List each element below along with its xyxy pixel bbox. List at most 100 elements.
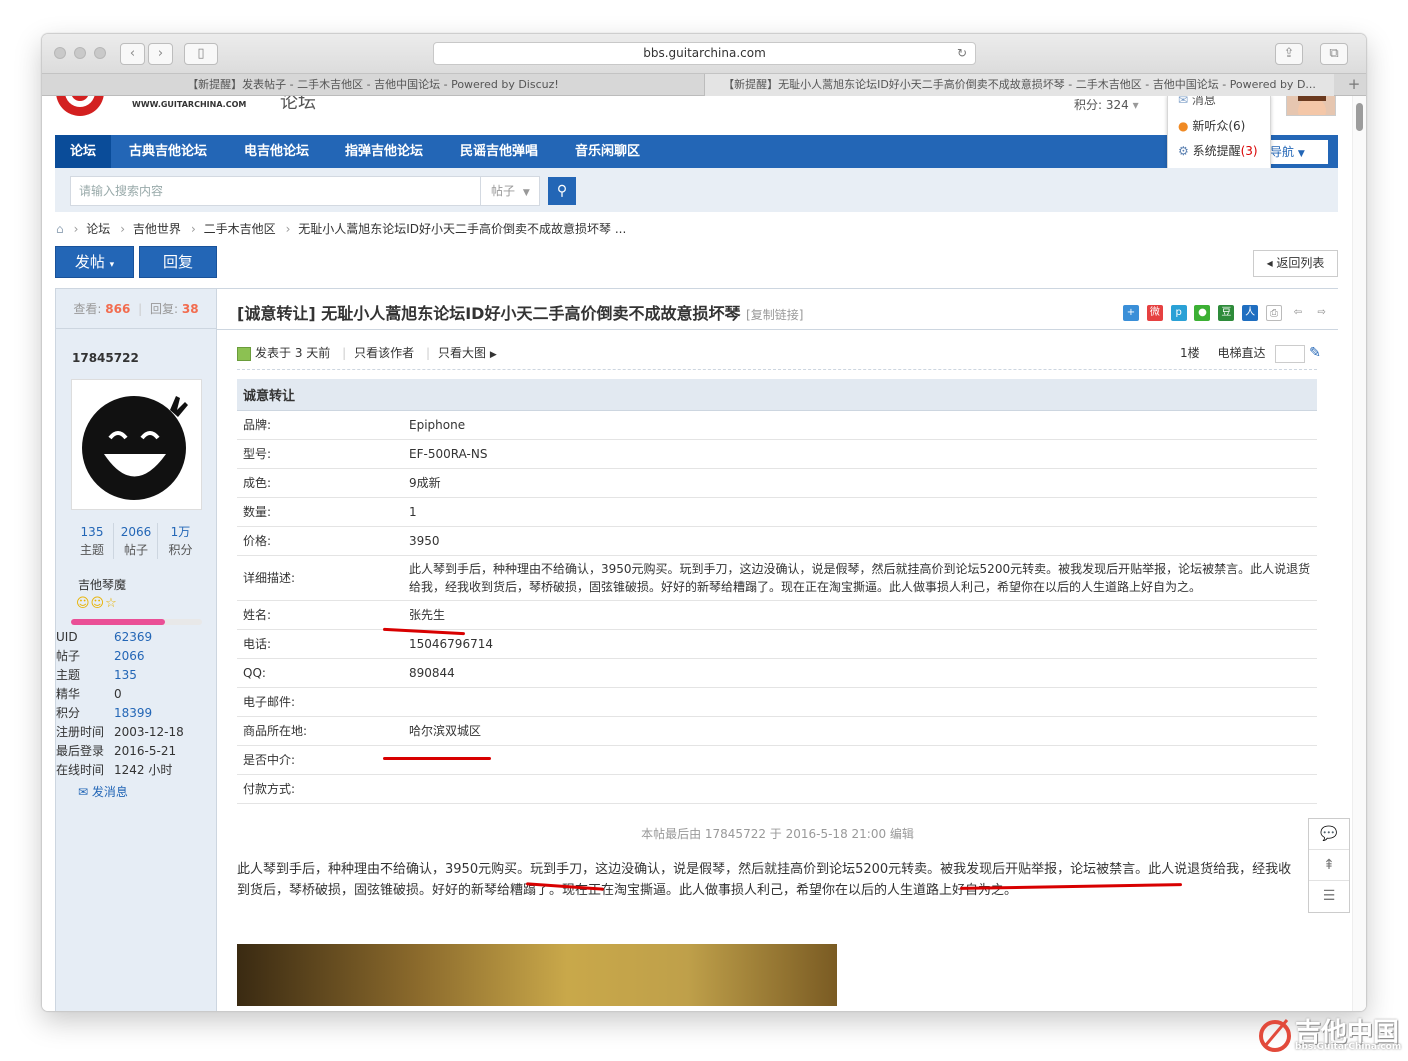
stat-credits-value[interactable]: 1万: [159, 523, 202, 541]
form-value: 890844: [409, 658, 1317, 688]
form-value: [409, 687, 1317, 717]
nav-item-forum[interactable]: 论坛: [55, 135, 111, 168]
site-logo[interactable]: WWW.GUITARCHINA.COM 论坛: [52, 96, 342, 118]
breadcrumb-thread[interactable]: 无耻小人蒿旭东论坛ID好小天二手高价倒卖不成故意损坏琴 ...: [298, 222, 626, 236]
underline-location: [383, 757, 491, 760]
share-page-icon[interactable]: ⇪: [1275, 43, 1303, 65]
reply-button[interactable]: 回复: [139, 246, 217, 278]
profile-key: 主题: [56, 668, 81, 682]
breadcrumb-used-acoustic[interactable]: 二手木吉他区: [204, 222, 276, 236]
form-key: 型号:: [237, 439, 409, 469]
share-icons: + 微 p ● 豆 人 ⎙ ⇦ ⇨: [1123, 305, 1334, 321]
smiley-avatar-icon: [82, 396, 188, 500]
mail-icon: ✉: [1178, 96, 1189, 107]
form-value: [409, 745, 1317, 775]
guitar-logo-icon: [56, 96, 104, 116]
print-icon[interactable]: ⎙: [1265, 305, 1282, 321]
tab-current-thread[interactable]: 【新提醒】无耻小人蒿旭东论坛ID好小天二手高价倒卖不成故意损坏琴 - 二手木吉他…: [704, 74, 1334, 96]
minimize-window-button[interactable]: [74, 47, 86, 59]
breadcrumb-guitar-world[interactable]: 吉他世界: [133, 222, 181, 236]
profile-value[interactable]: 18399: [114, 704, 152, 723]
search-type-select[interactable]: 帖子 ▼: [480, 176, 540, 206]
form-value: 9成新: [409, 468, 1317, 498]
address-url: bbs.guitarchina.com: [643, 46, 766, 60]
back-to-top-icon[interactable]: ⇞: [1309, 850, 1349, 881]
nav-item-fingerstyle[interactable]: 指弹吉他论坛: [345, 135, 423, 168]
douban-icon[interactable]: 豆: [1218, 305, 1235, 321]
stat-posts-label: 帖子: [123, 543, 148, 557]
reload-icon[interactable]: ↻: [957, 43, 967, 64]
copy-link-button[interactable]: [复制链接]: [746, 308, 803, 322]
stat-posts-value[interactable]: 2066: [115, 523, 157, 541]
level-progress-bar: [71, 619, 202, 625]
new-post-button[interactable]: 发帖 ▾: [55, 246, 134, 278]
user-avatar-small[interactable]: [1286, 96, 1336, 116]
notification-popup: ✉ 消息 ● 新听众(6) ⚙ 系统提醒(3): [1167, 96, 1271, 172]
form-value: Epiphone: [409, 410, 1317, 440]
form-value: 1: [409, 497, 1317, 527]
popup-listeners[interactable]: ● 新听众(6): [1178, 117, 1245, 134]
forward-nav-button[interactable]: ›: [148, 43, 173, 65]
next-icon[interactable]: ⇨: [1313, 305, 1330, 321]
form-row: 详细描述: 此人琴到手后，种种理由不给确认，3950元购买。玩到手刀，这边没确认，…: [237, 555, 1317, 601]
address-bar[interactable]: bbs.guitarchina.com ↻: [433, 42, 976, 65]
close-window-button[interactable]: [54, 47, 66, 59]
big-image-link[interactable]: 只看大图: [438, 346, 486, 360]
page-scrollbar[interactable]: [1352, 96, 1366, 1011]
list-icon[interactable]: ☰: [1309, 881, 1349, 912]
qzone-icon[interactable]: +: [1123, 305, 1139, 321]
wechat-icon[interactable]: ●: [1194, 305, 1211, 321]
floor-jump-input[interactable]: [1275, 344, 1306, 363]
nav-item-electric[interactable]: 电吉他论坛: [244, 135, 309, 168]
profile-value[interactable]: 2066: [114, 647, 145, 666]
zoom-window-button[interactable]: [94, 47, 106, 59]
home-icon[interactable]: ⌂: [56, 222, 64, 236]
profile-key: 最后登录: [56, 744, 105, 758]
popup-system[interactable]: ⚙ 系统提醒(3): [1178, 142, 1258, 159]
profile-value: 2016-5-21: [114, 744, 177, 758]
form-value: 此人琴到手后，种种理由不给确认，3950元购买。玩到手刀，这边没确认，说是假琴，…: [409, 555, 1317, 601]
send-message-link[interactable]: ✉ 发消息: [78, 783, 128, 800]
user-icon: ●: [1178, 119, 1189, 133]
breadcrumb-forum[interactable]: 论坛: [86, 222, 110, 236]
search-input[interactable]: 请输入搜索内容: [70, 176, 481, 206]
back-to-list-button[interactable]: ◂ 返回列表: [1253, 250, 1338, 277]
tabs-overview-icon[interactable]: ⧉: [1320, 43, 1348, 65]
tab-post-new[interactable]: 【新提醒】发表帖子 - 二手木吉他区 - 吉他中国论坛 - Powered by…: [42, 74, 704, 96]
back-nav-button[interactable]: ‹: [120, 43, 145, 65]
only-author-link[interactable]: 只看该作者: [354, 346, 414, 360]
thread-counts: 查看: 866 | 回复: 38: [56, 289, 216, 329]
renren-icon[interactable]: 人: [1242, 305, 1259, 321]
guitar-photo[interactable]: [237, 944, 837, 1006]
rank-icons: ☺☺☆: [76, 596, 118, 611]
user-group: 吉他琴魔: [78, 578, 127, 592]
profile-row: 积分 18399: [56, 704, 216, 723]
new-tab-button[interactable]: +: [1342, 74, 1366, 96]
profile-value[interactable]: 135: [114, 666, 137, 685]
tencent-weibo-icon[interactable]: p: [1170, 305, 1187, 321]
jump-go-icon[interactable]: ✎: [1309, 345, 1321, 361]
nav-item-classical[interactable]: 古典吉他论坛: [129, 135, 207, 168]
author-avatar[interactable]: [71, 379, 202, 510]
author-name[interactable]: 17845722: [72, 351, 139, 365]
search-button[interactable]: ⚲: [548, 177, 576, 205]
form-row: 价格: 3950: [237, 526, 1317, 556]
form-row: 型号: EF-500RA-NS: [237, 439, 1317, 469]
back-arrow-icon: ◂: [1266, 256, 1273, 270]
gear-icon: ⚙: [1178, 144, 1189, 158]
profile-value[interactable]: 62369: [114, 628, 152, 647]
sidebar-toggle-icon[interactable]: ▯: [184, 43, 218, 65]
nav-item-folk[interactable]: 民谣吉他弹唱: [460, 135, 538, 168]
weibo-icon[interactable]: 微: [1146, 305, 1163, 321]
nav-item-music-chat[interactable]: 音乐闲聊区: [575, 135, 640, 168]
popup-message[interactable]: ✉ 消息: [1178, 96, 1216, 108]
form-row: 成色: 9成新: [237, 468, 1317, 498]
prev-icon[interactable]: ⇦: [1289, 305, 1306, 321]
search-bar: 请输入搜索内容 帖子 ▼ ⚲: [55, 168, 1338, 212]
user-score[interactable]: 积分: 324 ▾: [1074, 96, 1139, 113]
quick-reply-icon[interactable]: 💬: [1309, 819, 1349, 850]
stat-topics-value[interactable]: 135: [71, 523, 113, 541]
profile-row: 帖子 2066: [56, 647, 216, 666]
author-profile: UID 62369 帖子 2066 主题 135 精华 0 积分 18399 注册时间 2003-12…: [56, 628, 216, 780]
trade-form-table: 诚意转让 品牌: Epiphone 型号: EF-500RA-NS 成色: 9成新 数量: 1…: [237, 379, 1317, 804]
